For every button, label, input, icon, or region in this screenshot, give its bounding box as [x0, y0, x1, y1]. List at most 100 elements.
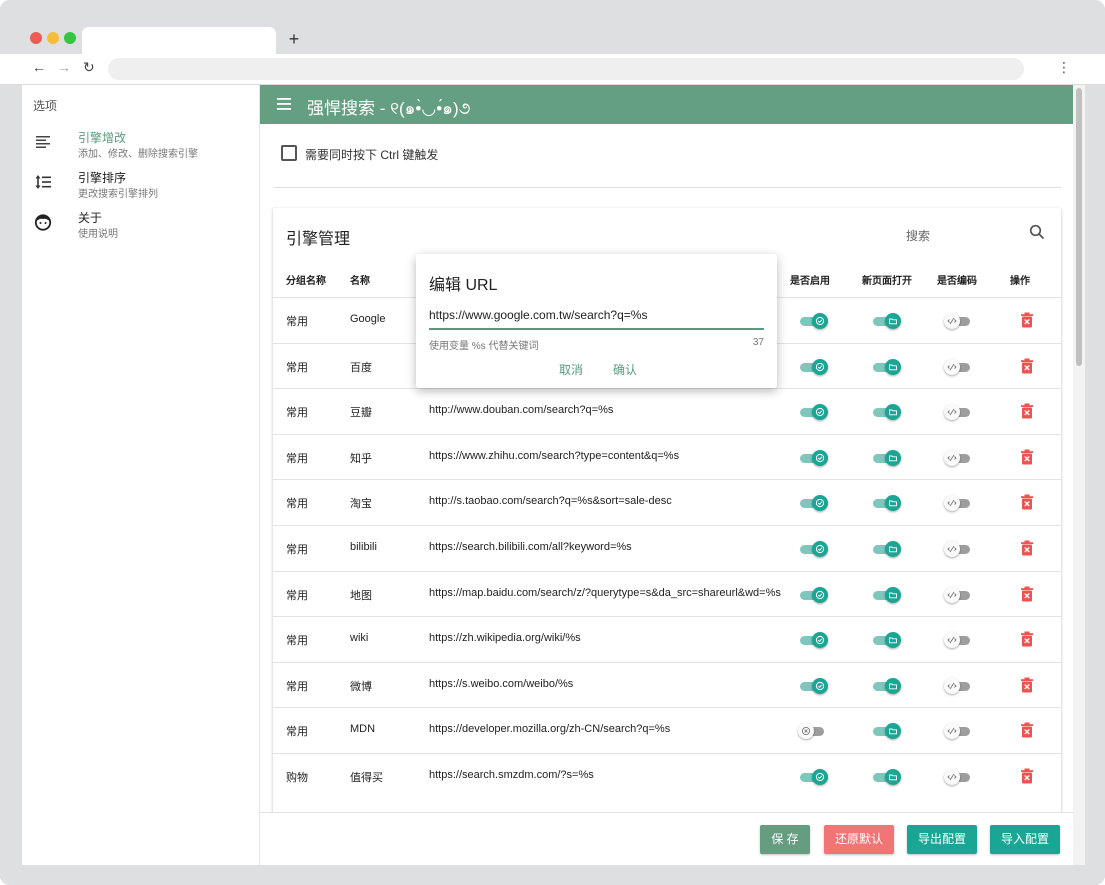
delete-icon[interactable] [1020, 403, 1034, 419]
back-icon[interactable]: ← [32, 59, 46, 75]
address-bar[interactable] [108, 58, 1024, 80]
code-off-icon [944, 358, 960, 375]
delete-icon[interactable] [1020, 677, 1034, 693]
sidebar-item-title: 引擎增改 [78, 131, 127, 145]
maximize-window-button[interactable] [64, 32, 76, 44]
engine-url[interactable]: https://map.baidu.com/search/z/?querytyp… [429, 587, 781, 599]
encode-toggle[interactable] [944, 722, 972, 740]
delete-icon[interactable] [1020, 586, 1034, 602]
sidebar-item-engine-sort[interactable]: 引擎排序 更改搜索引擎排列 [22, 169, 260, 205]
enabled-toggle[interactable] [800, 494, 828, 512]
new-tab-toggle[interactable] [873, 540, 901, 558]
encode-toggle[interactable] [944, 677, 972, 695]
encode-toggle[interactable] [944, 768, 972, 786]
engine-url[interactable]: http://s.taobao.com/search?q=%s&sort=sal… [429, 495, 672, 507]
encode-toggle[interactable] [944, 540, 972, 558]
delete-icon[interactable] [1020, 494, 1034, 510]
delete-icon[interactable] [1020, 358, 1034, 374]
column-header-group: 分组名称 [286, 276, 326, 287]
enabled-toggle[interactable] [800, 449, 828, 467]
url-input[interactable]: https://www.google.com.tw/search?q=%s [429, 308, 764, 322]
reload-icon[interactable]: ↻ [83, 59, 95, 76]
restore-default-button[interactable]: 还原默认 [824, 825, 894, 854]
engine-url[interactable]: https://zh.wikipedia.org/wiki/%s [429, 632, 581, 644]
table-row: 常用 豆瓣 http://www.douban.com/search?q=%s [273, 388, 1061, 434]
delete-icon[interactable] [1020, 449, 1034, 465]
column-header-actions: 操作 [1010, 276, 1030, 287]
enabled-toggle[interactable] [800, 358, 828, 376]
new-tab-toggle[interactable] [873, 312, 901, 330]
table-row: 常用 bilibili https://search.bilibili.com/al… [273, 525, 1061, 571]
folder-icon [885, 632, 901, 649]
close-window-button[interactable] [30, 32, 42, 44]
enabled-toggle[interactable] [800, 403, 828, 421]
check-circle-icon [812, 769, 828, 785]
sidebar-item-about[interactable]: 关于 使用说明 [22, 209, 260, 245]
table-row: 常用 知乎 https://www.zhihu.com/search?type=co… [273, 433, 1061, 480]
engine-url[interactable]: http://www.douban.com/search?q=%s [429, 404, 613, 416]
browser-toolbar: ← → ↻ ⋮ [0, 54, 1105, 85]
save-button[interactable]: 保 存 [760, 825, 810, 854]
folder-icon [885, 586, 901, 603]
new-tab-toggle[interactable] [873, 768, 901, 786]
app-title: 强悍搜索 - ୧(๑•̀◡•́๑)૭ [307, 99, 471, 118]
encode-toggle[interactable] [944, 586, 972, 604]
hamburger-menu-icon[interactable] [277, 98, 291, 110]
import-config-button[interactable]: 导入配置 [990, 825, 1060, 854]
code-off-icon [944, 769, 960, 785]
search-input[interactable]: 搜索 [906, 227, 930, 244]
sidebar-item-engine-edit[interactable]: 引擎增改 添加、修改、删除搜索引擎 [22, 129, 260, 165]
engine-url[interactable]: https://s.weibo.com/weibo/%s [429, 678, 573, 690]
delete-icon[interactable] [1020, 722, 1034, 738]
new-tab-toggle[interactable] [873, 403, 901, 421]
new-tab-toggle[interactable] [873, 631, 901, 649]
encode-toggle[interactable] [944, 403, 972, 421]
delete-icon[interactable] [1020, 540, 1034, 556]
delete-icon[interactable] [1020, 631, 1034, 647]
new-tab-button[interactable]: + [286, 29, 302, 50]
align-left-icon [36, 136, 50, 148]
forward-icon[interactable]: → [57, 59, 71, 75]
engine-name: 值得买 [350, 772, 383, 784]
engine-name: 淘宝 [350, 498, 372, 511]
enabled-toggle[interactable] [800, 768, 828, 786]
browser-tab[interactable] [82, 27, 276, 54]
new-tab-toggle[interactable] [873, 449, 901, 467]
engine-url[interactable]: https://www.zhihu.com/search?type=conten… [429, 450, 679, 462]
minimize-window-button[interactable] [47, 32, 59, 44]
new-tab-toggle[interactable] [873, 677, 901, 695]
enabled-toggle[interactable] [800, 586, 828, 604]
encode-toggle[interactable] [944, 312, 972, 330]
enabled-toggle[interactable] [798, 722, 826, 740]
encode-toggle[interactable] [944, 449, 972, 467]
edit-url-dialog: 编辑 URL https://www.google.com.tw/search?… [416, 254, 777, 388]
scrollbar[interactable] [1073, 85, 1085, 865]
window-frame-right [1085, 85, 1105, 865]
scrollbar-thumb[interactable] [1076, 88, 1082, 366]
confirm-button[interactable]: 确认 [613, 361, 637, 378]
encode-toggle[interactable] [944, 494, 972, 512]
browser-menu-icon[interactable]: ⋮ [1057, 59, 1071, 76]
search-icon[interactable] [1029, 224, 1045, 240]
new-tab-toggle[interactable] [873, 358, 901, 376]
export-config-button[interactable]: 导出配置 [907, 825, 977, 854]
new-tab-toggle[interactable] [873, 494, 901, 512]
enabled-toggle[interactable] [800, 540, 828, 558]
enabled-toggle[interactable] [800, 631, 828, 649]
enabled-toggle[interactable] [800, 312, 828, 330]
new-tab-toggle[interactable] [873, 722, 901, 740]
encode-toggle[interactable] [944, 631, 972, 649]
delete-icon[interactable] [1020, 768, 1034, 784]
engine-url[interactable]: https://search.smzdm.com/?s=%s [429, 769, 594, 781]
encode-toggle[interactable] [944, 358, 972, 376]
code-off-icon [944, 723, 960, 740]
enabled-toggle[interactable] [800, 677, 828, 695]
delete-icon[interactable] [1020, 312, 1034, 328]
engine-url[interactable]: https://search.bilibili.com/all?keyword=… [429, 541, 632, 553]
ctrl-trigger-checkbox[interactable] [281, 145, 297, 161]
new-tab-toggle[interactable] [873, 586, 901, 604]
folder-icon [885, 723, 901, 740]
engine-url[interactable]: https://developer.mozilla.org/zh-CN/sear… [429, 723, 670, 735]
engine-name: 地图 [350, 589, 372, 602]
cancel-button[interactable]: 取消 [559, 361, 583, 378]
